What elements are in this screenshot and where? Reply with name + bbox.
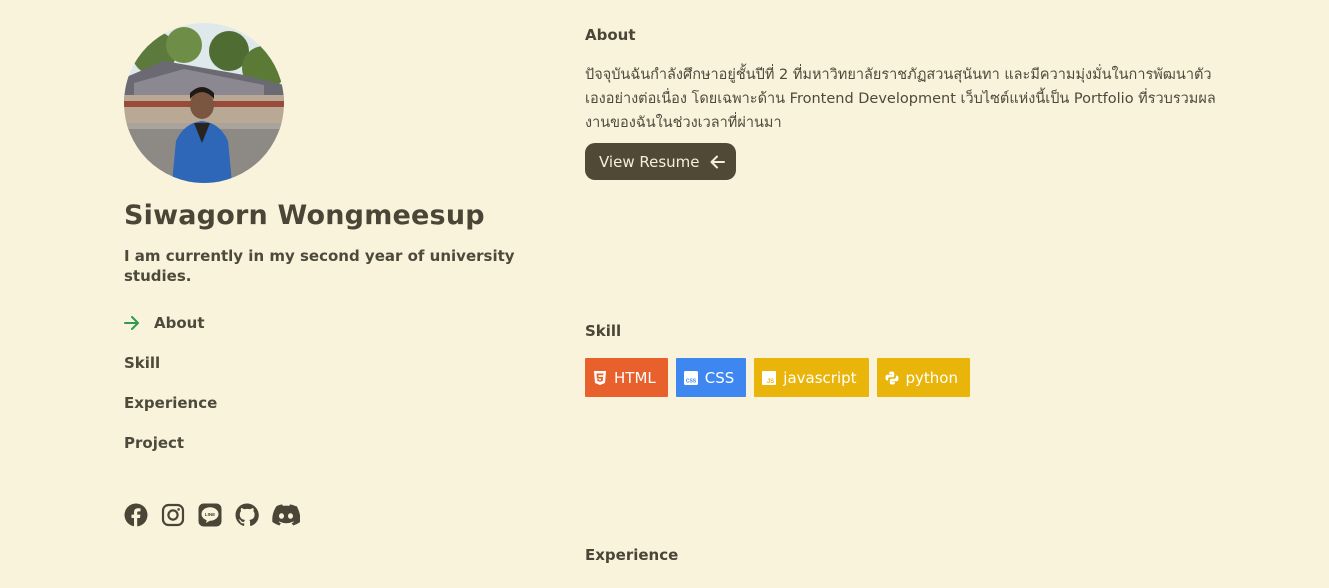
view-resume-label: View Resume	[599, 152, 700, 171]
experience-section: Experience	[585, 544, 678, 566]
about-heading: About	[585, 26, 636, 44]
portfolio-page: Siwagorn Wongmeesup I am currently in my…	[0, 0, 1329, 588]
about-text: ปัจจุบันฉันกำลังศึกษาอยู่ชั้นปีที่ 2 ที่…	[585, 67, 1216, 131]
view-resume-button[interactable]: View Resume	[585, 143, 736, 180]
nav-item-label: About	[154, 314, 205, 332]
arrow-left-icon	[710, 155, 725, 168]
github-icon[interactable]	[235, 503, 259, 527]
profile-column: Siwagorn Wongmeesup I am currently in my…	[124, 23, 544, 527]
skill-label: javascript	[783, 368, 857, 387]
avatar-photo	[124, 23, 284, 183]
arrow-right-icon	[124, 316, 139, 330]
svg-text:CSS: CSS	[686, 378, 697, 384]
skill-badge-html: HTML	[585, 358, 668, 397]
svg-text:JS: JS	[767, 379, 774, 385]
nav-item-label: Project	[124, 434, 185, 452]
skill-badge-javascript: JS javascript	[754, 358, 869, 397]
python-icon	[885, 371, 899, 384]
about-section: About ปัจจุบันฉันกำลังศึกษาอยู่ชั้นปีที่…	[585, 24, 1225, 180]
css3-icon: CSS	[683, 370, 698, 385]
avatar	[124, 23, 284, 183]
skill-label: python	[905, 368, 958, 387]
svg-text:LINE: LINE	[205, 512, 215, 517]
skill-label: CSS	[704, 368, 735, 387]
content-column: About ปัจจุบันฉันกำลังศึกษาอยู่ชั้นปีที่…	[585, 24, 1225, 564]
html5-icon	[594, 370, 606, 385]
discord-icon[interactable]	[272, 503, 300, 527]
skill-badge-python: python	[876, 358, 970, 397]
nav-item-skill[interactable]: Skill	[124, 353, 217, 373]
nav-item-label: Skill	[124, 354, 161, 372]
line-icon[interactable]: LINE	[198, 503, 222, 527]
nav-item-label: Experience	[124, 394, 218, 412]
profile-tagline: I am currently in my second year of univ…	[124, 247, 515, 285]
skill-list: HTML CSS CSS JS javascript python	[585, 358, 978, 397]
profile-name: Siwagorn Wongmeesup	[124, 200, 485, 231]
experience-heading: Experience	[585, 546, 679, 564]
section-nav: About Skill Experience Project	[124, 313, 217, 473]
skill-heading: Skill	[585, 322, 622, 340]
instagram-icon[interactable]	[161, 503, 185, 527]
skill-label: HTML	[614, 368, 656, 387]
nav-item-about[interactable]: About	[124, 313, 217, 333]
social-links: LINE	[124, 503, 313, 527]
nav-item-project[interactable]: Project	[124, 433, 217, 453]
skill-section: Skill HTML CSS CSS JS javascript python	[585, 320, 978, 397]
skill-badge-css: CSS CSS	[675, 358, 747, 397]
nav-item-experience[interactable]: Experience	[124, 393, 217, 413]
javascript-icon: JS	[762, 370, 777, 385]
facebook-icon[interactable]	[124, 503, 148, 527]
